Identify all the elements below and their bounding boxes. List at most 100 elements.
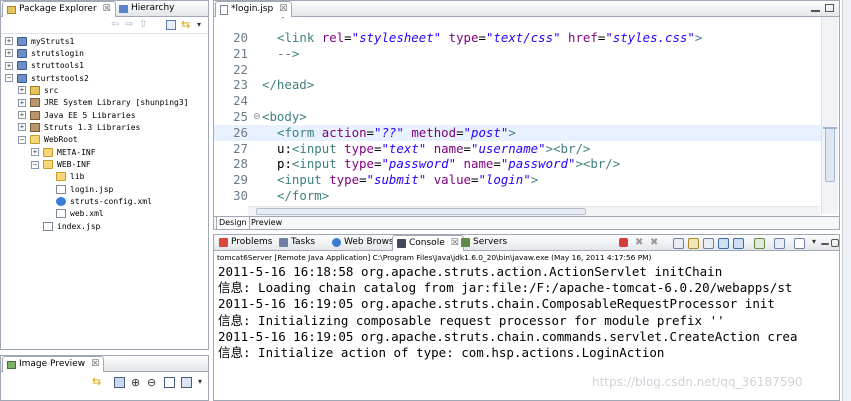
tree-expander-icon[interactable]: + xyxy=(18,86,26,95)
console-output[interactable]: 2011-5-16 16:18:58 org.apache.struts.act… xyxy=(214,263,839,383)
display-console-icon[interactable] xyxy=(774,238,785,249)
tree-expander-icon xyxy=(44,185,52,193)
tree-item[interactable]: + Struts 1.3 Libraries xyxy=(5,121,140,133)
tree-item[interactable]: + Java EE 5 Libraries xyxy=(5,109,136,121)
tree-expander-icon[interactable]: + xyxy=(18,98,26,107)
line-number: 30 xyxy=(233,188,248,203)
tab-problems[interactable]: Problems xyxy=(215,235,276,250)
project-icon xyxy=(17,73,27,83)
package-explorer-view: Package Explorer ☒ Hierarchy ⇦ ⇨ ⇧ ⇆ ▾ +… xyxy=(0,0,209,350)
grid-icon[interactable] xyxy=(181,377,192,388)
code-line: 25 <body> xyxy=(214,109,821,125)
code-line: 27 u:<input type="text" name="username"><… xyxy=(214,141,821,157)
tree-item-label: Java EE 5 Libraries xyxy=(44,110,136,120)
scroll-lock-icon[interactable] xyxy=(688,238,699,249)
code-text: <link rel="stylesheet" type="text/css" h… xyxy=(277,30,703,45)
view-menu-icon[interactable]: ▾ xyxy=(812,237,816,246)
tab-servers[interactable]: Servers xyxy=(457,235,511,250)
tree-expander-icon[interactable]: − xyxy=(31,160,39,169)
console-toolbar: ✖ ✖ ▾ xyxy=(614,237,839,250)
maximize-icon[interactable] xyxy=(831,239,839,247)
tree-expander-icon[interactable]: − xyxy=(18,135,26,144)
code-editor[interactable]: < 20 <link rel="stylesheet" type="text/cs… xyxy=(214,17,821,214)
console-line: 信息: Initialize action of type: com.hsp.a… xyxy=(218,345,665,360)
editor-vertical-scrollbar[interactable] xyxy=(821,17,838,214)
tree-expander-icon[interactable]: + xyxy=(18,111,26,120)
tree-item[interactable]: web.xml xyxy=(5,208,104,220)
minimize-icon[interactable] xyxy=(811,10,820,12)
remove-all-icon[interactable]: ✖ xyxy=(650,237,658,248)
back-arrow-icon[interactable]: ⇦ xyxy=(111,19,119,30)
minimize-icon[interactable] xyxy=(821,243,829,245)
console-icon xyxy=(397,239,406,248)
tree-item[interactable]: struts-config.xml xyxy=(5,196,152,208)
view-menu-icon[interactable]: ▾ xyxy=(197,20,201,29)
tree-item[interactable]: + META-INF xyxy=(5,146,96,158)
tree-item[interactable]: login.jsp xyxy=(5,183,113,195)
editor-horizontal-scrollbar[interactable] xyxy=(248,206,820,216)
tree-expander-icon[interactable]: + xyxy=(5,61,13,70)
tree-item[interactable]: + JRE System Library [shunping3] xyxy=(5,97,189,109)
forward-arrow-icon[interactable]: ⇨ xyxy=(125,19,133,30)
tab-console[interactable]: Console ☒ xyxy=(392,235,464,251)
tree-item[interactable]: + strutslogin xyxy=(5,47,84,59)
link-icon[interactable]: ⇆ xyxy=(92,375,101,388)
line-number: 25 xyxy=(233,109,248,124)
clear-console-icon[interactable] xyxy=(673,238,684,249)
tree-item-label: WEB-INF xyxy=(57,160,91,169)
tab-image-preview[interactable]: Image Preview ☒ xyxy=(2,356,105,372)
tree-item[interactable]: + src xyxy=(5,84,58,96)
tab-login-jsp[interactable]: *login.jsp ☒ xyxy=(215,1,293,17)
tree-expander-icon[interactable]: + xyxy=(31,148,39,157)
tab-hierarchy[interactable]: Hierarchy xyxy=(115,1,179,16)
close-icon[interactable]: ☒ xyxy=(279,2,287,17)
tree-expander-icon[interactable]: + xyxy=(18,123,26,132)
close-icon[interactable]: ☒ xyxy=(103,2,111,17)
tree-expander-icon[interactable]: + xyxy=(5,37,13,45)
tree-item[interactable]: + myStruts1 xyxy=(5,35,74,47)
link-editor-icon[interactable]: ⇆ xyxy=(181,18,190,31)
open-console-icon[interactable] xyxy=(794,238,805,249)
pin-console-icon[interactable] xyxy=(754,238,765,249)
actual-size-icon[interactable] xyxy=(164,377,175,388)
maximize-icon[interactable] xyxy=(825,4,834,12)
fold-icon[interactable]: ⊖ xyxy=(253,112,261,122)
image-icon xyxy=(7,360,16,369)
terminate-icon[interactable] xyxy=(619,238,628,247)
tab-tasks[interactable]: Tasks xyxy=(275,235,319,250)
zoom-out-icon[interactable]: ⊖ xyxy=(147,376,156,389)
word-wrap-icon[interactable] xyxy=(703,238,714,249)
code-line: 22 xyxy=(214,62,821,78)
tab-preview[interactable]: Preview xyxy=(249,217,284,229)
close-icon[interactable]: ☒ xyxy=(91,357,99,372)
tree-item[interactable]: lib xyxy=(5,171,84,183)
tree-item[interactable]: − WebRoot xyxy=(5,134,78,146)
tree-item[interactable]: + struttools1 xyxy=(5,60,84,72)
tree-item[interactable]: − WEB-INF xyxy=(5,159,91,171)
editor-tabbar: *login.jsp ☒ xyxy=(214,1,839,17)
tab-package-explorer[interactable]: Package Explorer ☒ xyxy=(2,1,116,17)
tab-design[interactable]: Design xyxy=(216,217,250,230)
tree-item[interactable]: − sturtstools2 xyxy=(5,72,89,84)
code-text: <form action="??" method="post"> xyxy=(277,124,516,140)
collapse-all-icon[interactable] xyxy=(166,20,176,30)
code-text: </form> xyxy=(277,188,330,203)
scroll-thumb[interactable] xyxy=(825,127,835,182)
tree-expander-icon[interactable]: + xyxy=(5,49,13,58)
current-line-marker xyxy=(823,127,837,129)
code-text: <input type="submit" value="login"> xyxy=(277,172,539,188)
show-on-output-icon[interactable] xyxy=(718,238,729,249)
show-on-error-icon[interactable] xyxy=(733,238,744,249)
tree-expander-icon[interactable]: − xyxy=(5,74,13,83)
zoom-in-icon[interactable]: ⊕ xyxy=(131,376,140,389)
scroll-thumb[interactable] xyxy=(256,208,586,215)
tree-item-label: sturtstools2 xyxy=(31,73,89,83)
remove-launch-icon[interactable]: ✖ xyxy=(635,237,643,248)
tree-item[interactable]: index.jsp xyxy=(5,220,100,232)
library-icon xyxy=(30,122,40,132)
fit-image-icon[interactable] xyxy=(114,377,125,388)
view-menu-icon[interactable]: ▾ xyxy=(198,377,202,386)
up-arrow-icon[interactable]: ⇧ xyxy=(139,19,147,30)
tree-item-label: strutslogin xyxy=(31,48,84,58)
project-icon xyxy=(17,61,27,71)
